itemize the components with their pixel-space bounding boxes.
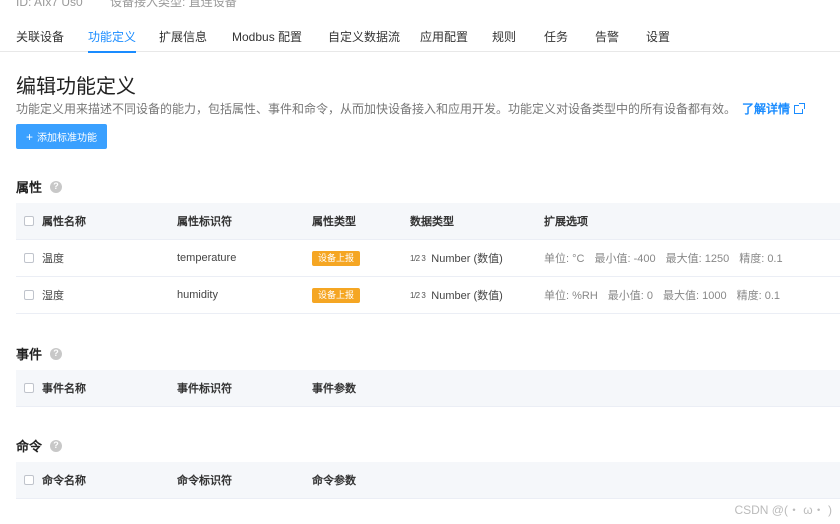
row-checkbox[interactable]	[24, 290, 34, 300]
device-id: ID: AIx7 Us0	[16, 0, 83, 9]
property-identifier: humidity	[177, 289, 218, 301]
external-link-icon	[794, 103, 806, 114]
learn-more-label: 了解详情	[742, 102, 791, 116]
status-badge: 设备上报	[312, 287, 361, 303]
learn-more-link[interactable]: 了解详情	[742, 102, 806, 116]
tab-extended-info[interactable]: 扩展信息	[159, 22, 207, 52]
properties-section-title: 属性 ?	[16, 177, 63, 196]
tab-bar: 关联设备 功能定义 扩展信息 Modbus 配置 自定义数据流 应用配置 规则 …	[0, 22, 840, 53]
commands-table: 命令名称 命令标识符 命令参数	[16, 462, 840, 499]
events-section-title: 事件 ?	[16, 344, 63, 363]
status-badge: 设备上报	[312, 250, 361, 266]
ext-precision: 精度: 0.1	[739, 253, 783, 265]
column-header: 属性标识符	[177, 216, 232, 228]
column-header: 事件名称	[42, 383, 86, 395]
select-all-checkbox[interactable]	[24, 216, 34, 226]
ext-precision: 精度: 0.1	[736, 290, 781, 302]
tab-alarms[interactable]: 告警	[595, 22, 619, 52]
commands-section-title: 命令 ?	[16, 436, 63, 455]
row-checkbox[interactable]	[24, 253, 34, 263]
column-header: 扩展选项	[544, 216, 588, 228]
column-header: 数据类型	[410, 216, 454, 228]
column-header: 事件标识符	[177, 383, 232, 395]
column-header: 命令参数	[312, 475, 356, 487]
tab-app-config[interactable]: 应用配置	[420, 22, 468, 52]
ext-min: 最小值: -400	[594, 253, 656, 265]
property-data-type: Number (数值)	[431, 253, 503, 265]
ext-unit: 单位: %RH	[544, 290, 598, 302]
column-header: 事件参数	[312, 383, 356, 395]
tab-function-definition[interactable]: 功能定义	[88, 22, 137, 53]
events-title: 事件	[16, 347, 43, 362]
tab-rules[interactable]: 规则	[492, 22, 516, 52]
select-all-checkbox[interactable]	[24, 475, 34, 485]
properties-table-header: 属性名称 属性标识符 属性类型 数据类型 扩展选项	[16, 203, 840, 240]
property-extended-options: 单位: %RH 最小值: 0 最大值: 1000 精度: 0.1	[544, 277, 790, 313]
commands-table-header: 命令名称 命令标识符 命令参数	[16, 462, 840, 499]
column-header: 属性类型	[312, 216, 356, 228]
page-description: 功能定义用来描述不同设备的能力，包括属性、事件和命令，从而加快设备接入和应用开发…	[16, 100, 806, 117]
number-type-icon: 1/2 3	[410, 253, 426, 263]
property-identifier: temperature	[177, 252, 237, 264]
properties-table: 属性名称 属性标识符 属性类型 数据类型 扩展选项 温度 temperature…	[16, 203, 840, 314]
tab-settings[interactable]: 设置	[646, 22, 670, 52]
events-table-header: 事件名称 事件标识符 事件参数	[16, 370, 840, 407]
property-name: 温度	[42, 253, 64, 265]
column-header: 命令名称	[42, 475, 86, 487]
ext-max: 最大值: 1250	[665, 253, 730, 265]
tab-modbus-config[interactable]: Modbus 配置	[232, 22, 302, 52]
ext-max: 最大值: 1000	[663, 290, 727, 302]
events-table: 事件名称 事件标识符 事件参数	[16, 370, 840, 407]
select-all-checkbox[interactable]	[24, 383, 34, 393]
watermark: CSDN @(・ ω・ )	[734, 503, 832, 517]
device-meta: ID: AIx7 Us0 设备接入类型: 直连设备	[16, 0, 261, 10]
tab-custom-datastream[interactable]: 自定义数据流	[328, 22, 400, 52]
add-button-label: 添加标准功能	[37, 133, 97, 144]
help-icon[interactable]: ?	[50, 439, 63, 452]
device-access-type: 设备接入类型: 直连设备	[110, 0, 237, 9]
number-type-icon: 1/2 3	[410, 290, 426, 300]
add-standard-function-button[interactable]: + 添加标准功能	[16, 124, 107, 149]
ext-min: 最小值: 0	[607, 290, 654, 302]
tab-related-devices[interactable]: 关联设备	[16, 22, 64, 52]
tab-tasks[interactable]: 任务	[544, 22, 568, 52]
plus-icon: +	[25, 129, 33, 144]
column-header: 命令标识符	[177, 475, 232, 487]
table-row[interactable]: 温度 temperature 设备上报 1/2 3 Number (数值) 单位…	[16, 240, 840, 277]
properties-title: 属性	[16, 180, 43, 195]
column-header: 属性名称	[42, 216, 86, 228]
table-row[interactable]: 湿度 humidity 设备上报 1/2 3 Number (数值) 单位: %…	[16, 277, 840, 314]
help-icon[interactable]: ?	[50, 347, 63, 360]
property-data-type: Number (数值)	[431, 290, 503, 302]
help-icon[interactable]: ?	[50, 180, 63, 193]
description-text: 功能定义用来描述不同设备的能力，包括属性、事件和命令，从而加快设备接入和应用开发…	[16, 102, 737, 116]
page-title: 编辑功能定义	[16, 76, 136, 98]
ext-unit: 单位: °C	[544, 253, 585, 265]
property-extended-options: 单位: °C 最小值: -400 最大值: 1250 精度: 0.1	[544, 240, 793, 276]
commands-title: 命令	[16, 439, 43, 454]
property-name: 湿度	[42, 290, 64, 302]
